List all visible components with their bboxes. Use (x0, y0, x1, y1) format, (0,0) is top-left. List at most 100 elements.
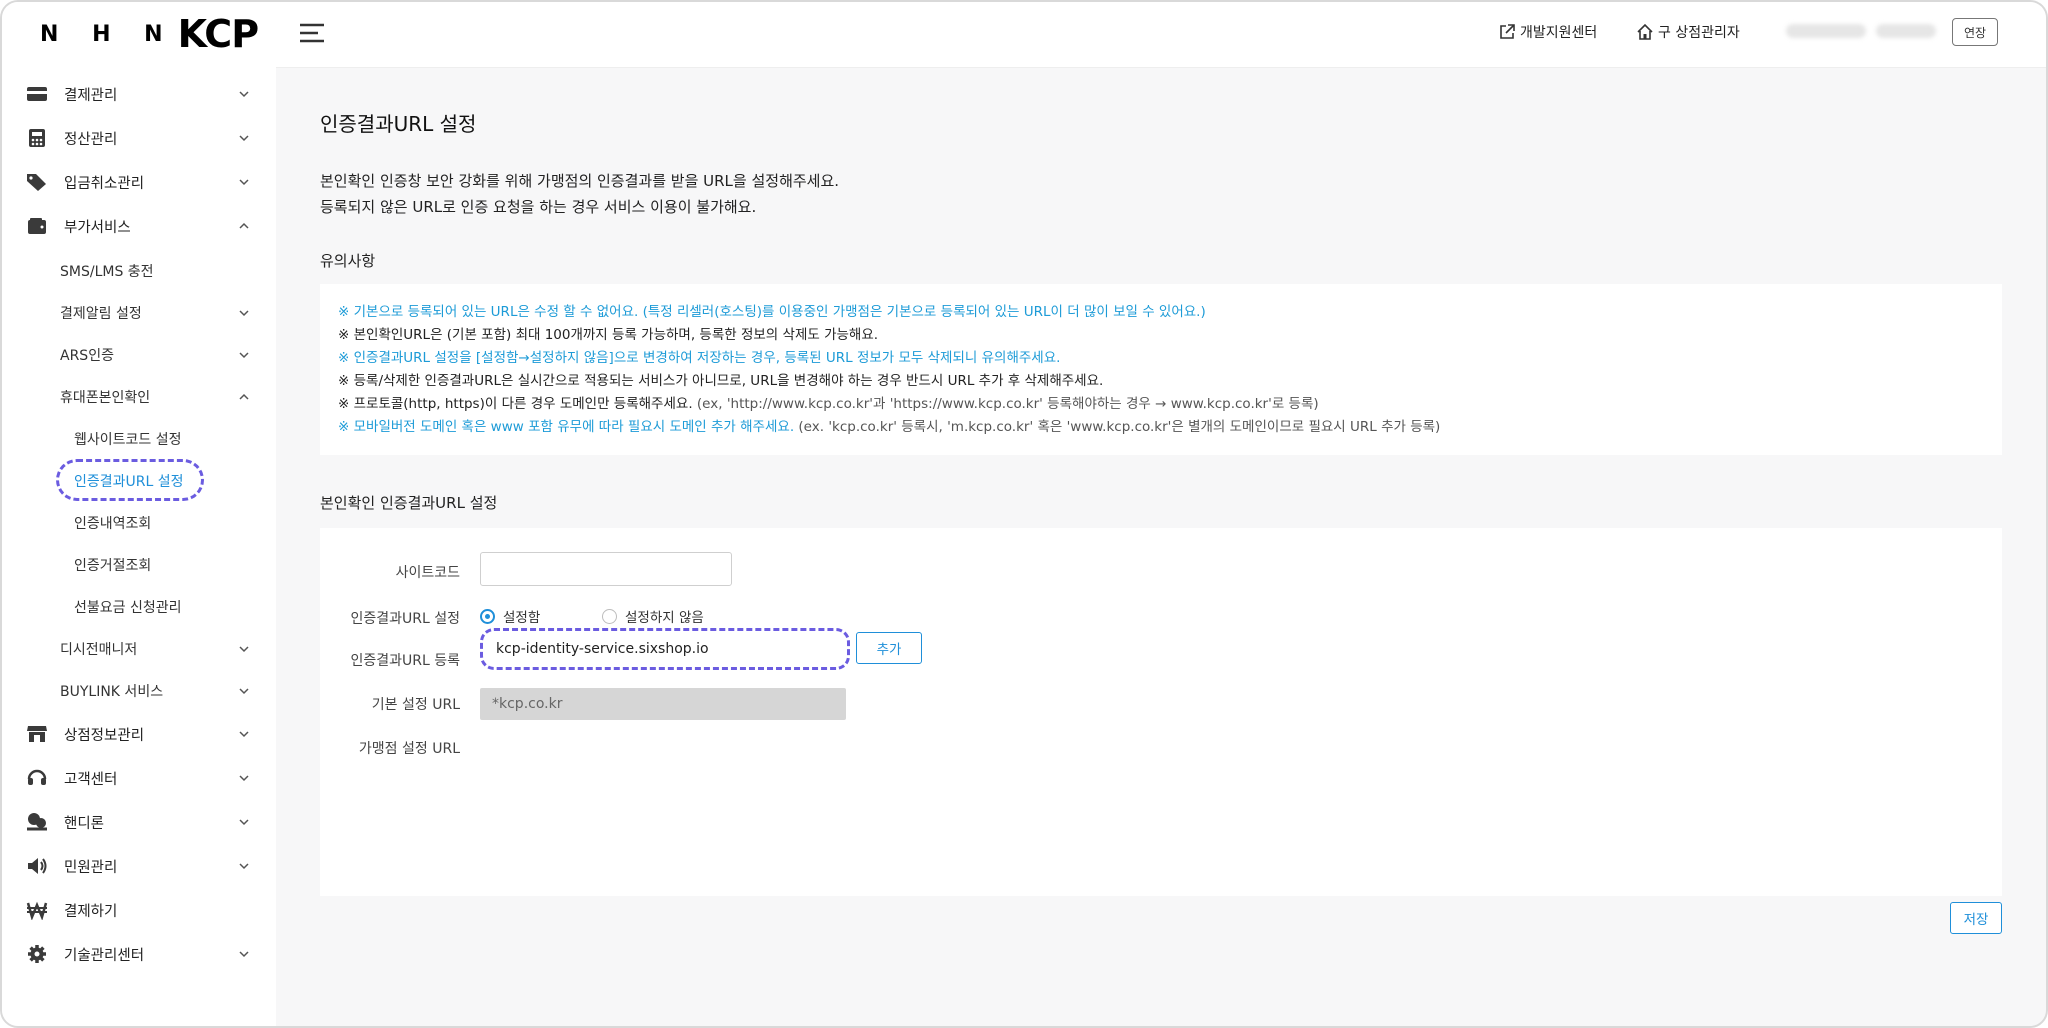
wallet-icon (26, 215, 48, 237)
sidebar-subitem-label: SMS/LMS 충전 (60, 264, 154, 280)
blurred-timer (1876, 24, 1936, 38)
sidebar-item-deposit-cancel[interactable]: 입금취소관리 (2, 162, 276, 202)
radio-enable-label: 설정함 (503, 610, 541, 626)
notice-box: ※ 기본으로 등록되어 있는 URL은 수정 할 수 없어요. (특정 리셀러(… (320, 284, 2002, 455)
dev-center-label: 개발지원센터 (1520, 25, 1598, 41)
notice-title: 유의사항 (320, 252, 376, 270)
sidebar-item-label: 핸디론 (64, 815, 105, 832)
sidebar-item-label: 부가서비스 (64, 219, 131, 236)
sidebar-item-additional-services[interactable]: 부가서비스 (2, 206, 276, 246)
save-button[interactable]: 저장 (1950, 902, 2002, 934)
sidebar-item-make-payment[interactable]: 결제하기 (2, 890, 276, 930)
session-extend-button[interactable]: 연장 (1952, 18, 1998, 46)
app-frame: N H N KCP 결제관리 정산관리 입금취소관리 부가서비스 SMS/LMS… (0, 0, 2048, 1028)
sidebar-subitem-label: 선불요금 신청관리 (74, 600, 182, 616)
chevron-up-icon (239, 393, 249, 400)
site-code-input[interactable] (480, 552, 732, 586)
card-icon (26, 83, 48, 105)
sidebar-subitem-buylink[interactable]: BUYLINK 서비스 (2, 674, 276, 708)
sidebar-item-label: 입금취소관리 (64, 175, 145, 192)
chevron-down-icon (239, 819, 249, 826)
sidebar-item-tech-center[interactable]: 기술관리센터 (2, 934, 276, 974)
dev-center-link[interactable]: 개발지원센터 (1498, 22, 1597, 42)
sidebar-item-label: 상점정보관리 (64, 727, 145, 744)
logo-nhn: N H N (40, 21, 176, 47)
sidebar-item-label: 정산관리 (64, 131, 118, 148)
radio-selected-icon (480, 608, 495, 624)
notice-line: ※ 프로토콜(http, https)이 다른 경우 도메인만 등록해주세요. … (338, 392, 1319, 412)
sidebar: N H N KCP 결제관리 정산관리 입금취소관리 부가서비스 SMS/LMS… (2, 2, 276, 1026)
sidebar-subitem-label: BUYLINK 서비스 (60, 684, 164, 700)
intro-line-1: 본인확인 인증창 보안 강화를 위해 가맹점의 인증결과를 받을 URL을 설정… (320, 172, 840, 190)
sidebar-subitem-label: 디시전매니저 (60, 642, 138, 658)
chevron-down-icon (239, 135, 249, 142)
intro-line-2: 등록되지 않은 URL로 인증 요청을 하는 경우 서비스 이용이 불가해요. (320, 198, 757, 216)
sidebar-item-label: 결제하기 (64, 903, 118, 920)
sidebar-subitem-decision-manager[interactable]: 디시전매니저 (2, 632, 276, 666)
external-link-icon (1500, 24, 1515, 39)
sidebar-item-label: 민원관리 (64, 859, 118, 876)
won-icon (26, 899, 48, 921)
coins-hand-icon (26, 811, 48, 833)
notice-line: ※ 모바일버전 도메인 혹은 www 포함 유무에 따라 필요시 도메인 추가 … (338, 415, 1440, 435)
sidebar-subitem-mobile-verification[interactable]: 휴대폰본인확인 (2, 380, 276, 414)
speaker-icon (26, 855, 48, 877)
intro-text: 본인확인 인증창 보안 강화를 위해 가맹점의 인증결과를 받을 URL을 설정… (320, 168, 839, 220)
sidebar-item-label: 고객센터 (64, 771, 118, 788)
home-icon (1637, 23, 1653, 40)
sidebar-subitem-auth-rejected[interactable]: 인증거절조회 (2, 548, 276, 582)
old-admin-label: 구 상점관리자 (1658, 25, 1740, 41)
default-url-label: 기본 설정 URL (371, 697, 460, 713)
notice-main: ※ 모바일버전 도메인 혹은 www 포함 유무에 따라 필요시 도메인 추가 … (338, 419, 795, 435)
store-icon (26, 723, 48, 745)
sidebar-subitem-label: 휴대폰본인확인 (60, 390, 151, 406)
gear-icon (26, 943, 48, 965)
sidebar-item-label: 기술관리센터 (64, 947, 145, 964)
chevron-down-icon (239, 91, 249, 98)
sidebar-item-payment[interactable]: 결제관리 (2, 74, 276, 114)
sidebar-item-label: 결제관리 (64, 87, 118, 104)
chevron-down-icon (239, 951, 249, 958)
site-code-label: 사이트코드 (395, 565, 460, 581)
notice-main: ※ 프로토콜(http, https)이 다른 경우 도메인만 등록해주세요. (338, 396, 693, 412)
calculator-icon (26, 127, 48, 149)
radio-disable[interactable]: 설정하지 않음 (602, 606, 704, 626)
topbar: 개발지원센터 구 상점관리자 연장 (276, 2, 2046, 68)
hamburger-menu-icon[interactable] (298, 22, 326, 44)
nhn-kcp-logo[interactable]: N H N KCP (40, 12, 259, 56)
url-register-label: 인증결과URL 등록 (350, 653, 460, 669)
sidebar-subitem-label: 인증내역조회 (74, 516, 152, 532)
sidebar-subitem-ars[interactable]: ARS인증 (2, 338, 276, 372)
chevron-down-icon (239, 646, 249, 653)
logo-kcp: KCP (177, 12, 259, 56)
notice-line: ※ 기본으로 등록되어 있는 URL은 수정 할 수 없어요. (특정 리셀러(… (338, 304, 1206, 320)
sidebar-subitem-label: 웹사이트코드 설정 (74, 432, 182, 448)
sidebar-subitem-prepaid[interactable]: 선불요금 신청관리 (2, 590, 276, 624)
sidebar-item-store-info[interactable]: 상점정보관리 (2, 714, 276, 754)
sidebar-subitem-website-code[interactable]: 웹사이트코드 설정 (2, 422, 276, 456)
url-register-input[interactable] (486, 634, 844, 664)
notice-line: ※ 본인확인URL은 (기본 포함) 최대 100개까지 등록 가능하며, 등록… (338, 327, 879, 343)
chevron-down-icon (239, 731, 249, 738)
sidebar-item-customer-center[interactable]: 고객센터 (2, 758, 276, 798)
sidebar-item-settlement[interactable]: 정산관리 (2, 118, 276, 158)
chevron-down-icon (239, 863, 249, 870)
chevron-down-icon (239, 775, 249, 782)
default-url-field: *kcp.co.kr (480, 688, 846, 720)
old-admin-link[interactable]: 구 상점관리자 (1636, 22, 1740, 42)
sidebar-item-complaints[interactable]: 민원관리 (2, 846, 276, 886)
sidebar-subitem-label: 결제알림 설정 (60, 306, 142, 322)
notice-example: (ex, 'http://www.kcp.co.kr'과 'https://ww… (692, 396, 1319, 412)
radio-enable[interactable]: 설정함 (480, 606, 540, 626)
sidebar-subitem-label: 인증거절조회 (74, 558, 152, 574)
chevron-down-icon (239, 352, 249, 359)
sidebar-item-handyloan[interactable]: 핸디론 (2, 802, 276, 842)
add-url-button[interactable]: 추가 (856, 632, 922, 664)
sidebar-subitem-sms-lms[interactable]: SMS/LMS 충전 (2, 254, 276, 288)
sidebar-subitem-payment-alert[interactable]: 결제알림 설정 (2, 296, 276, 330)
notice-line: ※ 인증결과URL 설정을 [설정함→설정하지 않음]으로 변경하여 저장하는 … (338, 350, 1061, 366)
headset-icon (26, 767, 48, 789)
sidebar-subitem-auth-history[interactable]: 인증내역조회 (2, 506, 276, 540)
active-item-highlight (56, 459, 204, 501)
sidebar-subitem-label: ARS인증 (60, 348, 114, 364)
